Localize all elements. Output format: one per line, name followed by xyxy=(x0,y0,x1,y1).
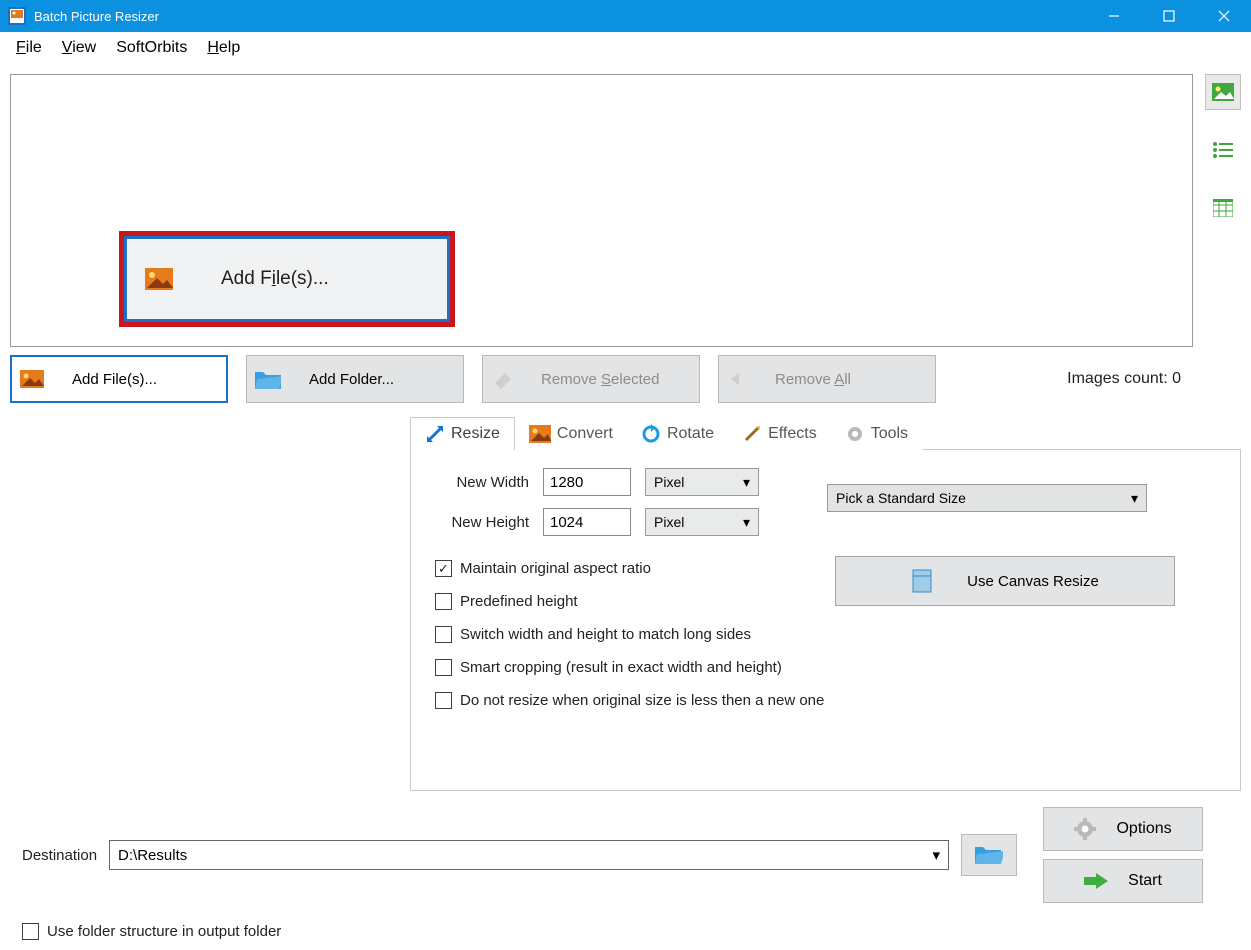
remove-selected-label: Remove Selected xyxy=(541,371,699,388)
smart-cropping-checkbox[interactable] xyxy=(435,659,452,676)
add-folder-label: Add Folder... xyxy=(309,371,463,388)
use-folder-structure-checkbox[interactable] xyxy=(22,923,39,940)
destination-combo[interactable]: D:\Results▾ xyxy=(109,840,949,870)
chevron-down-icon: ▾ xyxy=(1131,490,1138,507)
menubar: File View SoftOrbits Help xyxy=(0,32,1251,64)
predefined-height-label: Predefined height xyxy=(460,593,578,610)
destination-label: Destination xyxy=(22,847,97,864)
aspect-ratio-label: Maintain original aspect ratio xyxy=(460,560,651,577)
use-folder-structure-label: Use folder structure in output folder xyxy=(47,923,281,940)
add-files-big-label: Add File(s)... xyxy=(221,268,329,290)
chevron-down-icon: ▾ xyxy=(743,514,750,531)
minimize-button[interactable] xyxy=(1086,0,1141,32)
chevron-down-icon: ▾ xyxy=(933,846,941,864)
height-unit-combo[interactable]: Pixel▾ xyxy=(645,508,759,536)
tab-effects[interactable]: Effects xyxy=(728,417,831,450)
canvas-icon xyxy=(911,568,933,594)
window-title: Batch Picture Resizer xyxy=(34,9,1086,24)
menu-file[interactable]: File xyxy=(6,35,52,61)
titlebar: Batch Picture Resizer xyxy=(0,0,1251,32)
switch-wh-label: Switch width and height to match long si… xyxy=(460,626,751,643)
view-thumbnails-button[interactable] xyxy=(1205,74,1241,110)
aspect-ratio-checkbox[interactable] xyxy=(435,560,452,577)
canvas-resize-button[interactable]: Use Canvas Resize xyxy=(835,556,1175,606)
menu-view[interactable]: View xyxy=(52,35,106,61)
app-icon xyxy=(8,7,26,25)
view-list-button[interactable] xyxy=(1205,132,1241,168)
predefined-height-checkbox[interactable] xyxy=(435,593,452,610)
gear-icon xyxy=(1074,818,1096,840)
tab-convert[interactable]: Convert xyxy=(515,417,627,450)
view-grid-button[interactable] xyxy=(1205,190,1241,226)
tab-resize-panel: New Width Pixel▾ New Height Pixel▾ Pick … xyxy=(410,449,1241,791)
new-height-input[interactable] xyxy=(543,508,631,536)
start-arrow-icon xyxy=(1084,871,1108,891)
add-files-big-button[interactable]: Add File(s)... xyxy=(124,236,450,322)
rotate-icon xyxy=(641,424,661,444)
no-resize-checkbox[interactable] xyxy=(435,692,452,709)
chevron-down-icon: ▾ xyxy=(743,474,750,491)
maximize-button[interactable] xyxy=(1141,0,1196,32)
new-height-label: New Height xyxy=(429,514,529,531)
tab-rotate[interactable]: Rotate xyxy=(627,417,728,450)
tab-resize[interactable]: Resize xyxy=(410,417,515,450)
smart-cropping-label: Smart cropping (result in exact width an… xyxy=(460,659,782,676)
add-files-label: Add File(s)... xyxy=(72,371,226,388)
eraser-icon xyxy=(491,369,513,389)
convert-icon xyxy=(529,425,551,443)
remove-selected-button[interactable]: Remove Selected xyxy=(482,355,700,403)
add-files-highlight: Add File(s)... xyxy=(119,231,455,327)
folder-icon xyxy=(255,369,281,389)
resize-icon xyxy=(425,424,445,444)
start-button[interactable]: Start xyxy=(1043,859,1203,903)
options-button[interactable]: Options xyxy=(1043,807,1203,851)
tab-tools[interactable]: Tools xyxy=(831,417,922,450)
switch-wh-checkbox[interactable] xyxy=(435,626,452,643)
new-width-label: New Width xyxy=(429,474,529,491)
browse-destination-button[interactable] xyxy=(961,834,1017,876)
no-resize-label: Do not resize when original size is less… xyxy=(460,692,824,709)
grid-icon xyxy=(1213,199,1233,217)
remove-all-button[interactable]: Remove All xyxy=(718,355,936,403)
add-files-button[interactable]: Add File(s)... xyxy=(10,355,228,403)
add-folder-button[interactable]: Add Folder... xyxy=(246,355,464,403)
picture-icon xyxy=(145,268,173,290)
menu-softorbits[interactable]: SoftOrbits xyxy=(106,35,197,61)
tab-strip: Resize Convert Rotate Effects Tools xyxy=(410,417,1241,450)
list-icon xyxy=(1213,142,1233,158)
images-count-label: Images count: 0 xyxy=(1067,370,1181,388)
close-button[interactable] xyxy=(1196,0,1251,32)
preview-area: Add File(s)... xyxy=(10,74,1193,347)
image-icon xyxy=(1212,83,1234,101)
width-unit-combo[interactable]: Pixel▾ xyxy=(645,468,759,496)
back-icon xyxy=(727,369,747,389)
remove-all-label: Remove All xyxy=(775,371,935,388)
menu-help[interactable]: Help xyxy=(197,35,250,61)
picture-icon xyxy=(20,370,44,388)
folder-open-icon xyxy=(975,844,1003,866)
wand-icon xyxy=(742,424,762,444)
gear-icon xyxy=(845,424,865,444)
standard-size-combo[interactable]: Pick a Standard Size▾ xyxy=(827,484,1147,512)
new-width-input[interactable] xyxy=(543,468,631,496)
